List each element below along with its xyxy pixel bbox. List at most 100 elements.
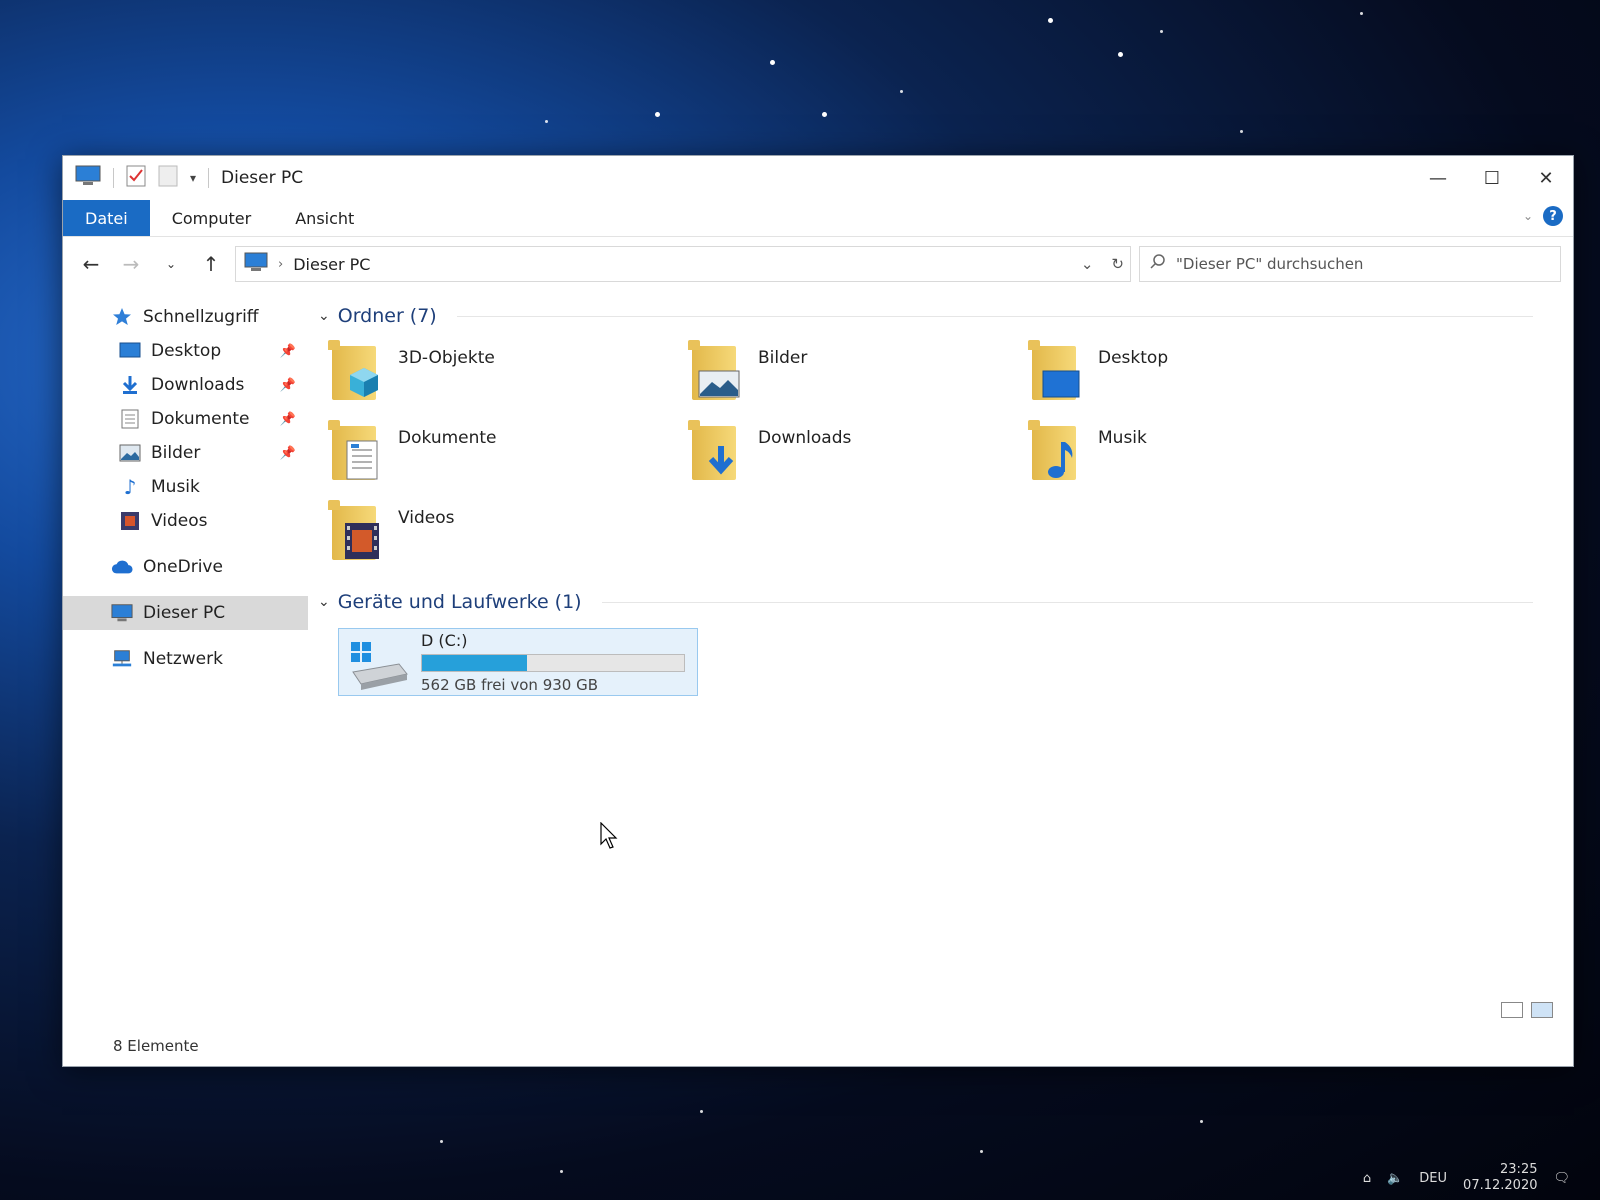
folder-3d-objekte[interactable]: 3D-Objekte bbox=[328, 340, 688, 414]
network-icon bbox=[111, 649, 133, 669]
sidebar-item-desktop[interactable]: Desktop 📌 bbox=[63, 334, 308, 368]
sidebar-item-label: OneDrive bbox=[143, 557, 223, 577]
video-icon bbox=[119, 511, 141, 531]
music-icon bbox=[1028, 420, 1088, 484]
pin-icon[interactable]: 📌 bbox=[280, 446, 296, 461]
maximize-button[interactable]: ☐ bbox=[1465, 156, 1519, 200]
sidebar-item-label: Videos bbox=[151, 511, 208, 531]
chevron-down-icon: ⌄ bbox=[165, 257, 177, 271]
sidebar-item-bilder[interactable]: Bilder 📌 bbox=[63, 436, 308, 470]
folder-label: Videos bbox=[398, 508, 455, 528]
address-bar-actions: ⌄ ↻ bbox=[1081, 247, 1124, 281]
drive-usage-fill bbox=[422, 654, 527, 671]
details-view-icon[interactable] bbox=[1501, 1002, 1523, 1018]
section-header-ordner[interactable]: ⌄ Ordner (7) bbox=[318, 298, 1553, 334]
file-explorer-window: ▾ Dieser PC — ☐ ✕ Datei Computer Ansicht… bbox=[62, 155, 1574, 1067]
sidebar-item-musik[interactable]: ♪ Musik bbox=[63, 470, 308, 504]
sidebar-item-label: Netzwerk bbox=[143, 649, 223, 669]
download-icon bbox=[119, 375, 141, 395]
sidebar-item-label: Dokumente bbox=[151, 409, 250, 429]
folder-label: 3D-Objekte bbox=[398, 348, 495, 368]
section-title: Ordner (7) bbox=[337, 305, 437, 327]
pin-icon[interactable]: 📌 bbox=[280, 378, 296, 393]
3d-objects-icon bbox=[328, 340, 388, 404]
desktop-icon bbox=[1028, 340, 1088, 404]
section-header-geraete[interactable]: ⌄ Geräte und Laufwerke (1) bbox=[318, 584, 1553, 620]
folder-downloads[interactable]: Downloads bbox=[688, 420, 1028, 494]
ribbon-tabs: Datei Computer Ansicht ⌄ ? bbox=[63, 200, 1573, 237]
computer-icon bbox=[111, 603, 133, 623]
folder-desktop[interactable]: Desktop bbox=[1028, 340, 1368, 414]
language-indicator[interactable]: DEU bbox=[1419, 1171, 1447, 1186]
refresh-icon[interactable]: ↻ bbox=[1111, 255, 1124, 273]
clock[interactable]: 23:25 07.12.2020 bbox=[1463, 1162, 1537, 1194]
computer-icon bbox=[244, 252, 268, 276]
sidebar-item-downloads[interactable]: Downloads 📌 bbox=[63, 368, 308, 402]
explorer-body: Schnellzugriff Desktop 📌 Downloads 📌 Dok… bbox=[63, 290, 1573, 1026]
clock-time: 23:25 bbox=[1500, 1162, 1538, 1177]
back-button[interactable]: ← bbox=[75, 248, 107, 280]
star-icon bbox=[111, 307, 133, 327]
title-bar: ▾ Dieser PC — ☐ ✕ bbox=[63, 156, 1573, 200]
close-button[interactable]: ✕ bbox=[1519, 156, 1573, 200]
drive-name: D (C:) bbox=[421, 630, 468, 650]
navigation-bar: ← → ⌄ ↑ › Dieser PC ⌄ ↻ "Dieser PC" durc… bbox=[63, 237, 1573, 291]
desktop-icon bbox=[119, 341, 141, 361]
breadcrumb-dieser-pc[interactable]: Dieser PC bbox=[293, 255, 370, 274]
pin-icon[interactable]: 📌 bbox=[280, 344, 296, 359]
drive-usage-bar bbox=[421, 653, 685, 672]
downloads-icon bbox=[688, 420, 748, 484]
status-bar: 8 Elemente bbox=[63, 1026, 1573, 1066]
sidebar-item-label: Musik bbox=[151, 477, 200, 497]
sidebar-item-label: Bilder bbox=[151, 443, 201, 463]
tab-datei[interactable]: Datei bbox=[63, 200, 150, 236]
folder-label: Dokumente bbox=[398, 428, 497, 448]
sidebar-item-videos[interactable]: Videos bbox=[63, 504, 308, 538]
sidebar-item-onedrive[interactable]: OneDrive bbox=[63, 550, 308, 584]
forward-button[interactable]: → bbox=[115, 248, 147, 280]
customize-dropdown-icon[interactable]: ▾ bbox=[190, 171, 196, 185]
sidebar-item-dokumente[interactable]: Dokumente 📌 bbox=[63, 402, 308, 436]
item-count: 8 Elemente bbox=[113, 1037, 199, 1055]
notification-icon[interactable]: 🗨 bbox=[1553, 1171, 1570, 1186]
search-icon bbox=[1150, 254, 1166, 274]
folder-dokumente[interactable]: Dokumente bbox=[328, 420, 688, 494]
window-title: Dieser PC bbox=[221, 168, 304, 188]
arrow-up-icon: ↑ bbox=[202, 252, 220, 276]
quick-access-toolbar: ▾ bbox=[75, 165, 210, 191]
address-bar[interactable]: › Dieser PC ⌄ ↻ bbox=[235, 246, 1131, 282]
properties-icon[interactable] bbox=[126, 165, 146, 191]
folder-videos[interactable]: Videos bbox=[328, 500, 688, 574]
sidebar-item-schnellzugriff[interactable]: Schnellzugriff bbox=[63, 300, 308, 334]
cloud-icon bbox=[111, 557, 133, 577]
folder-label: Bilder bbox=[758, 348, 808, 368]
pin-icon[interactable]: 📌 bbox=[280, 412, 296, 427]
sidebar-item-dieser-pc[interactable]: Dieser PC bbox=[63, 596, 308, 630]
arrow-left-icon: ← bbox=[82, 252, 100, 276]
mouse-cursor-icon bbox=[600, 821, 620, 854]
large-icons-view-icon[interactable] bbox=[1531, 1002, 1553, 1018]
sidebar-item-label: Schnellzugriff bbox=[143, 307, 259, 327]
new-folder-icon[interactable] bbox=[158, 165, 178, 191]
music-icon: ♪ bbox=[123, 475, 137, 499]
sidebar-item-netzwerk[interactable]: Netzwerk bbox=[63, 642, 308, 676]
help-button[interactable]: ? bbox=[1543, 206, 1563, 226]
address-dropdown-icon[interactable]: ⌄ bbox=[1081, 255, 1094, 273]
folder-musik[interactable]: Musik bbox=[1028, 420, 1368, 494]
pictures-icon bbox=[688, 340, 748, 404]
folder-bilder[interactable]: Bilder bbox=[688, 340, 1028, 414]
navigation-pane: Schnellzugriff Desktop 📌 Downloads 📌 Dok… bbox=[63, 290, 308, 1026]
search-input[interactable]: "Dieser PC" durchsuchen bbox=[1176, 255, 1363, 273]
drive-tile-c[interactable]: D (C:) 562 GB frei von 930 GB bbox=[338, 628, 698, 696]
volume-icon[interactable]: 🔈 bbox=[1387, 1171, 1403, 1186]
search-box[interactable]: "Dieser PC" durchsuchen bbox=[1139, 246, 1561, 282]
up-button[interactable]: ↑ bbox=[195, 248, 227, 280]
minimize-button[interactable]: — bbox=[1411, 156, 1465, 200]
recent-locations-button[interactable]: ⌄ bbox=[155, 248, 187, 280]
tab-computer[interactable]: Computer bbox=[150, 200, 274, 236]
network-tray-icon[interactable]: ⌂ bbox=[1363, 1171, 1371, 1186]
expand-ribbon-icon[interactable]: ⌄ bbox=[1523, 209, 1533, 223]
chevron-down-icon: ⌄ bbox=[318, 308, 330, 324]
view-toggle bbox=[1501, 1002, 1553, 1018]
tab-ansicht[interactable]: Ansicht bbox=[273, 200, 376, 236]
